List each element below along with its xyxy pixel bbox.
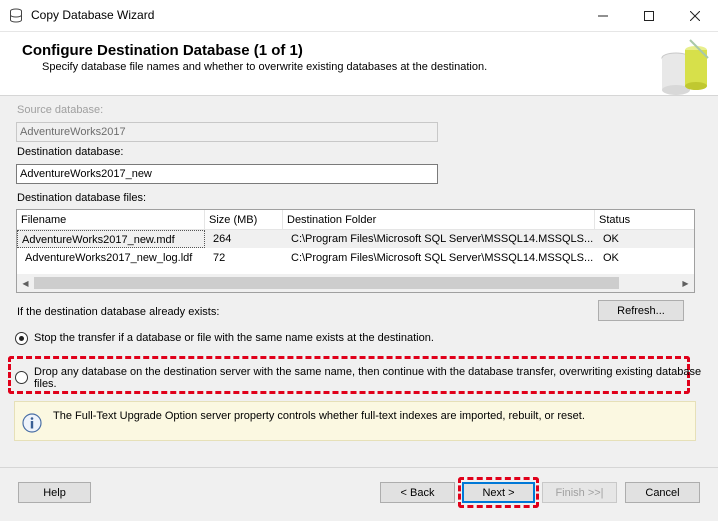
stop-transfer-radio[interactable]: [15, 332, 28, 345]
cell-filename[interactable]: AdventureWorks2017_new_log.ldf: [21, 249, 205, 267]
page-title: Configure Destination Database (1 of 1): [22, 42, 303, 59]
grid-header: Filename Size (MB) Destination Folder St…: [17, 210, 694, 230]
back-button[interactable]: < Back: [380, 482, 455, 503]
column-header-destination-folder[interactable]: Destination Folder: [283, 210, 595, 230]
destination-database-field[interactable]: AdventureWorks2017_new: [16, 164, 438, 184]
help-button[interactable]: Help: [18, 482, 91, 503]
source-database-field: AdventureWorks2017: [16, 122, 438, 142]
scrollbar-thumb[interactable]: [34, 277, 619, 289]
maximize-icon: [644, 11, 654, 21]
next-button[interactable]: Next >: [462, 482, 535, 503]
destination-database-label: Destination database:: [17, 146, 124, 158]
close-icon: [690, 11, 700, 21]
drop-database-label-line1[interactable]: Drop any database on the destination ser…: [34, 366, 701, 378]
minimize-icon: [598, 15, 608, 17]
refresh-button[interactable]: Refresh...: [598, 300, 684, 321]
info-icon: [22, 413, 42, 433]
cell-filename[interactable]: AdventureWorks2017_new.mdf: [17, 230, 205, 248]
maximize-button[interactable]: [626, 0, 672, 32]
finish-button[interactable]: Finish >>|: [542, 482, 617, 503]
radio-selected-dot: [19, 336, 24, 341]
column-header-filename[interactable]: Filename: [17, 210, 205, 230]
database-wizard-icon: [10, 8, 22, 23]
page-subtitle: Specify database file names and whether …: [42, 61, 488, 73]
cancel-button[interactable]: Cancel: [625, 482, 700, 503]
exists-label: If the destination database already exis…: [17, 306, 220, 318]
column-header-status[interactable]: Status: [595, 210, 694, 230]
drop-database-label-line2[interactable]: files.: [34, 378, 57, 390]
wizard-header: Configure Destination Database (1 of 1) …: [0, 32, 718, 96]
column-header-size[interactable]: Size (MB): [205, 210, 283, 230]
drop-database-radio[interactable]: [15, 371, 28, 384]
database-banner-icon: [661, 39, 709, 95]
cell-destination-folder[interactable]: C:\Program Files\Microsoft SQL Server\MS…: [287, 230, 593, 248]
stop-transfer-label[interactable]: Stop the transfer if a database or file …: [34, 332, 434, 344]
close-button[interactable]: [672, 0, 718, 32]
table-row[interactable]: AdventureWorks2017_new.mdf 264 C:\Progra…: [17, 230, 694, 248]
title-bar: Copy Database Wizard: [0, 0, 718, 32]
source-database-label: Source database:: [17, 104, 104, 116]
minimize-button[interactable]: [580, 0, 626, 32]
info-text: The Full-Text Upgrade Option server prop…: [53, 410, 585, 422]
destination-files-grid[interactable]: Filename Size (MB) Destination Folder St…: [16, 209, 695, 293]
table-row[interactable]: AdventureWorks2017_new_log.ldf 72 C:\Pro…: [17, 249, 694, 267]
scroll-left-icon[interactable]: ◀: [17, 274, 34, 292]
window-title: Copy Database Wizard: [31, 8, 155, 22]
cell-status: OK: [603, 252, 619, 264]
cell-size[interactable]: 72: [209, 249, 283, 267]
destination-files-label: Destination database files:: [17, 192, 147, 204]
cell-status: OK: [603, 233, 619, 245]
scroll-right-icon[interactable]: ▶: [677, 274, 694, 292]
cell-size[interactable]: 264: [209, 230, 283, 248]
cell-destination-folder[interactable]: C:\Program Files\Microsoft SQL Server\MS…: [287, 249, 593, 267]
horizontal-scrollbar[interactable]: ◀ ▶: [17, 274, 694, 292]
footer-separator: [0, 467, 718, 468]
info-message: The Full-Text Upgrade Option server prop…: [14, 401, 696, 441]
